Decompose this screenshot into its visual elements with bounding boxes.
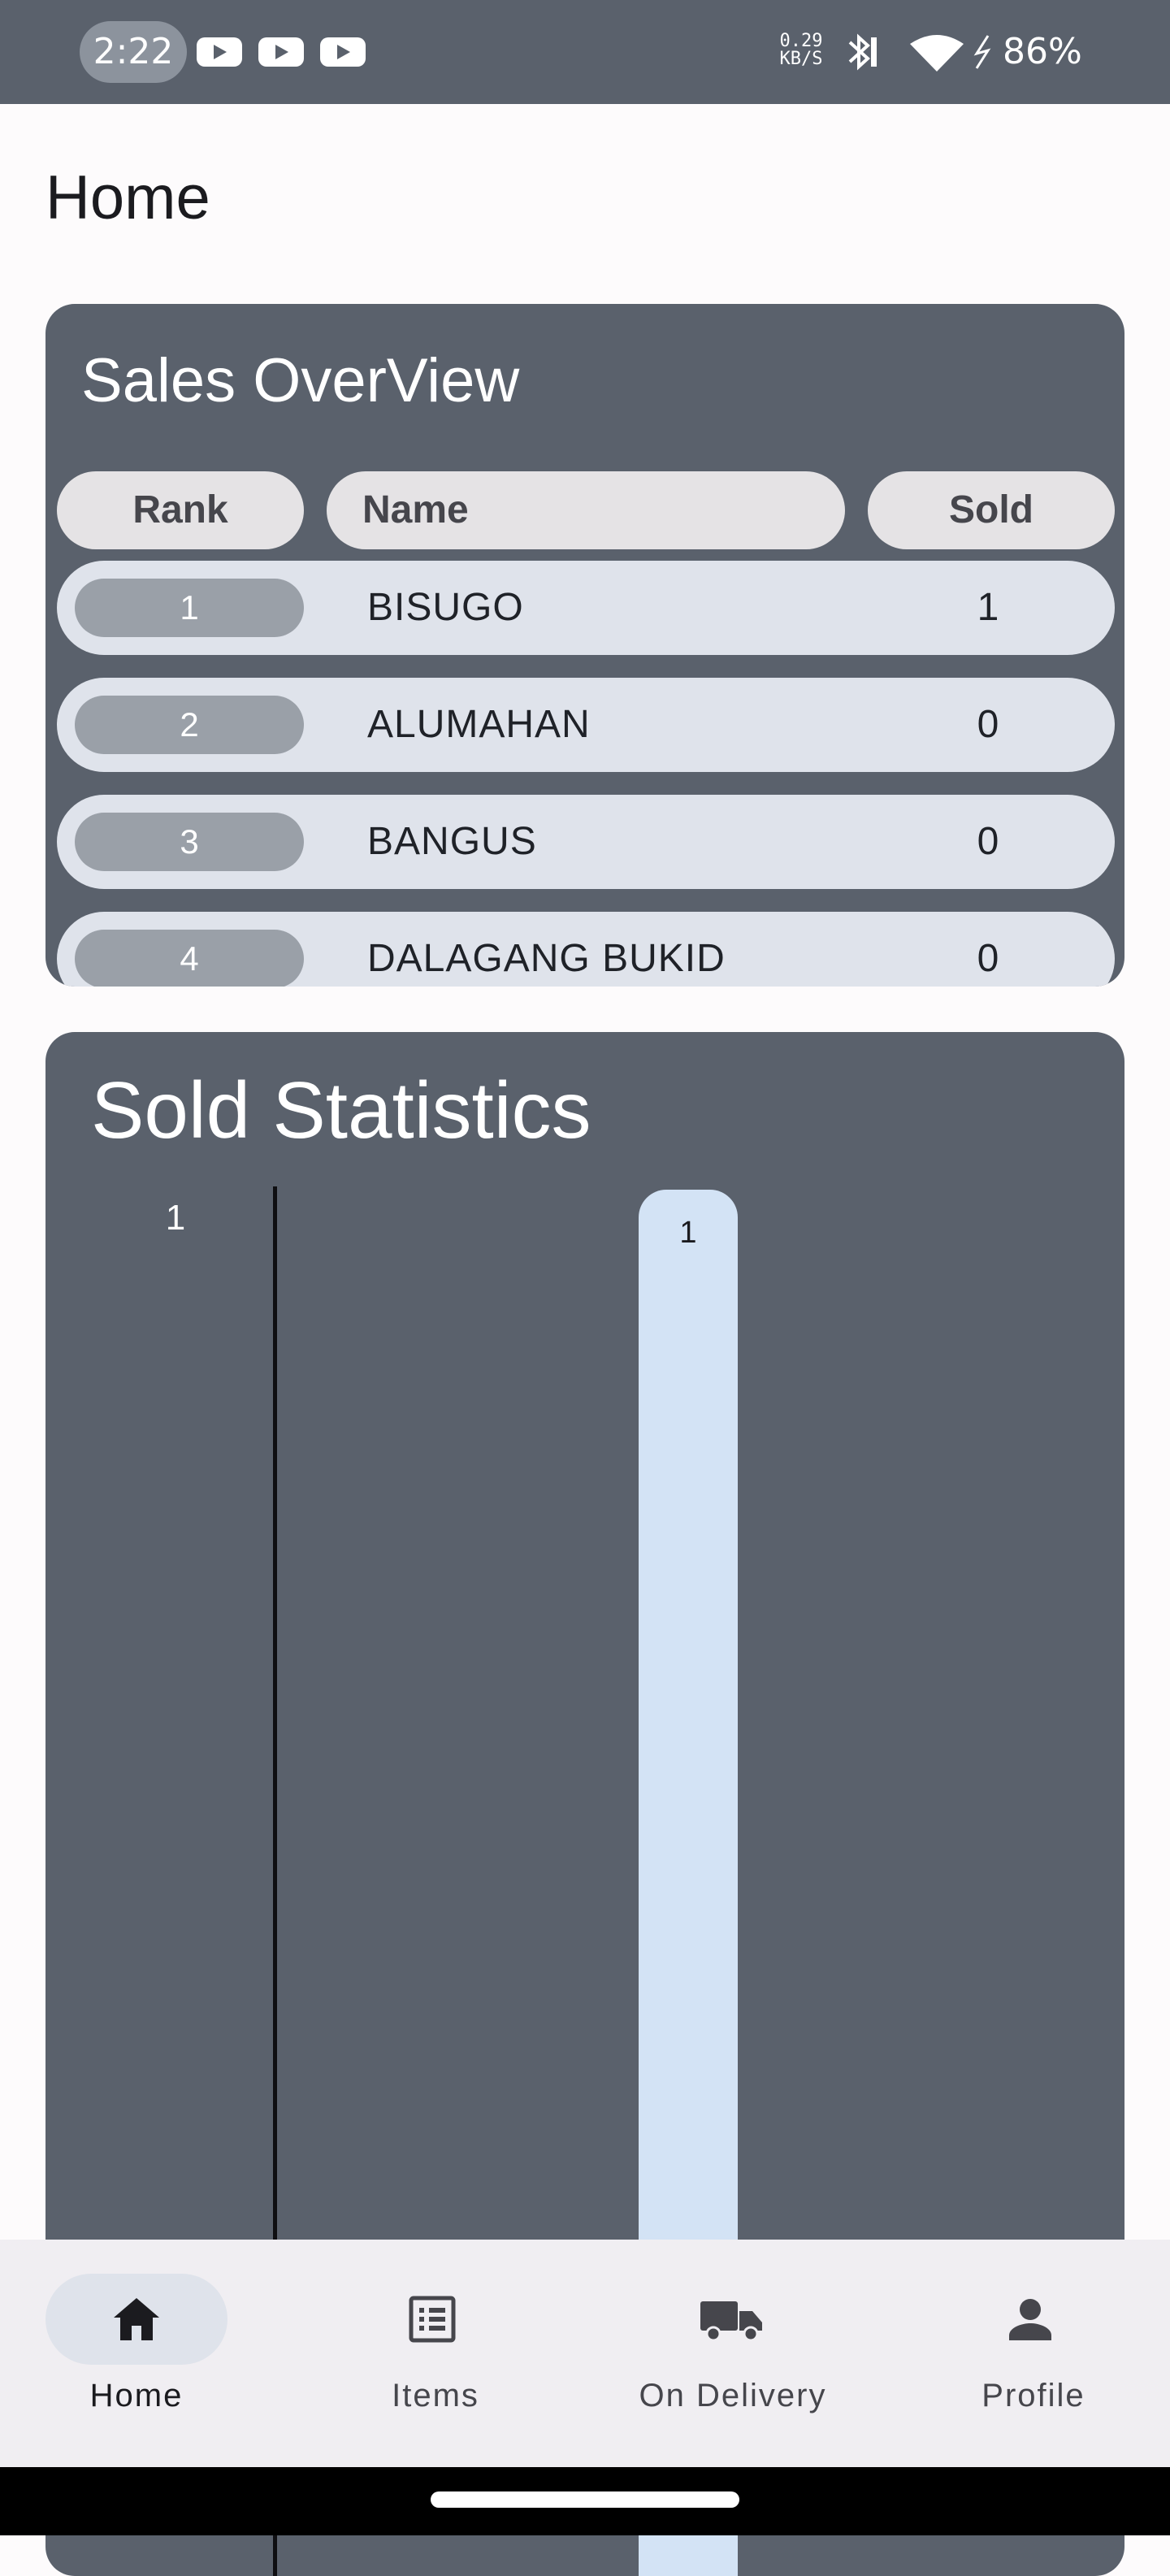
youtube-icon xyxy=(258,37,304,67)
net-speed: 0.29 KB/S xyxy=(769,33,834,68)
battery-level: 86% xyxy=(1003,31,1082,72)
status-bar: 2:22 0.29 KB/S 86% xyxy=(0,0,1170,104)
bluetooth-icon xyxy=(848,33,877,71)
list-icon xyxy=(409,2296,456,2343)
column-header-name[interactable]: Name xyxy=(327,471,845,549)
item-name: DALAGANG BUKID xyxy=(367,937,726,980)
column-header-rank[interactable]: Rank xyxy=(57,471,304,549)
home-gesture-handle[interactable] xyxy=(431,2491,739,2508)
page-title: Home xyxy=(46,163,210,232)
rank-badge: 1 xyxy=(75,579,304,637)
youtube-icon xyxy=(197,37,242,67)
charging-icon xyxy=(973,35,991,69)
sold-count: 1 xyxy=(977,586,999,629)
bottom-navigation: Home Items On Delivery Profile xyxy=(0,2240,1170,2467)
net-speed-unit: KB/S xyxy=(779,49,823,69)
clock: 2:22 xyxy=(93,31,174,72)
item-name: ALUMAHAN xyxy=(367,703,591,746)
table-row[interactable]: 2 ALUMAHAN 0 xyxy=(57,678,1115,772)
sold-count: 0 xyxy=(977,703,999,746)
table-row[interactable]: 3 BANGUS 0 xyxy=(57,795,1115,889)
nav-item-home[interactable]: Home xyxy=(0,2240,292,2467)
nav-item-items[interactable]: Items xyxy=(289,2240,582,2467)
nav-label-items: Items xyxy=(392,2378,479,2413)
table-row[interactable]: 1 BISUGO 1 xyxy=(57,561,1115,655)
column-header-sold[interactable]: Sold xyxy=(868,471,1115,549)
time-pill: 2:22 xyxy=(80,21,187,83)
truck-icon xyxy=(700,2301,762,2342)
nav-label-on-delivery: On Delivery xyxy=(639,2378,827,2413)
wifi-icon xyxy=(910,35,964,72)
nav-item-profile[interactable]: Profile xyxy=(887,2240,1170,2467)
youtube-icon xyxy=(320,37,366,67)
item-name: BANGUS xyxy=(367,820,537,863)
rank-badge: 4 xyxy=(75,930,304,987)
nav-label-profile: Profile xyxy=(982,2378,1086,2413)
sold-count: 0 xyxy=(977,937,999,980)
person-icon xyxy=(1009,2299,1051,2340)
net-speed-value: 0.29 xyxy=(779,31,823,51)
item-name: BISUGO xyxy=(367,586,524,629)
bar-data-label: 1 xyxy=(679,1216,697,1250)
sales-overview-card: Sales OverView Rank Name Sold 1 BISUGO 1… xyxy=(46,304,1124,987)
y-axis-tick-label: 1 xyxy=(165,1198,186,1238)
nav-label-home: Home xyxy=(89,2378,184,2413)
nav-item-on-delivery[interactable]: On Delivery xyxy=(587,2240,879,2467)
sold-count: 0 xyxy=(977,820,999,863)
sold-statistics-title: Sold Statistics xyxy=(91,1065,592,1155)
rank-badge: 2 xyxy=(75,696,304,754)
rank-badge: 3 xyxy=(75,813,304,871)
table-row[interactable]: 4 DALAGANG BUKID 0 xyxy=(57,912,1115,987)
sales-overview-title: Sales OverView xyxy=(81,346,520,415)
home-icon xyxy=(114,2298,159,2340)
